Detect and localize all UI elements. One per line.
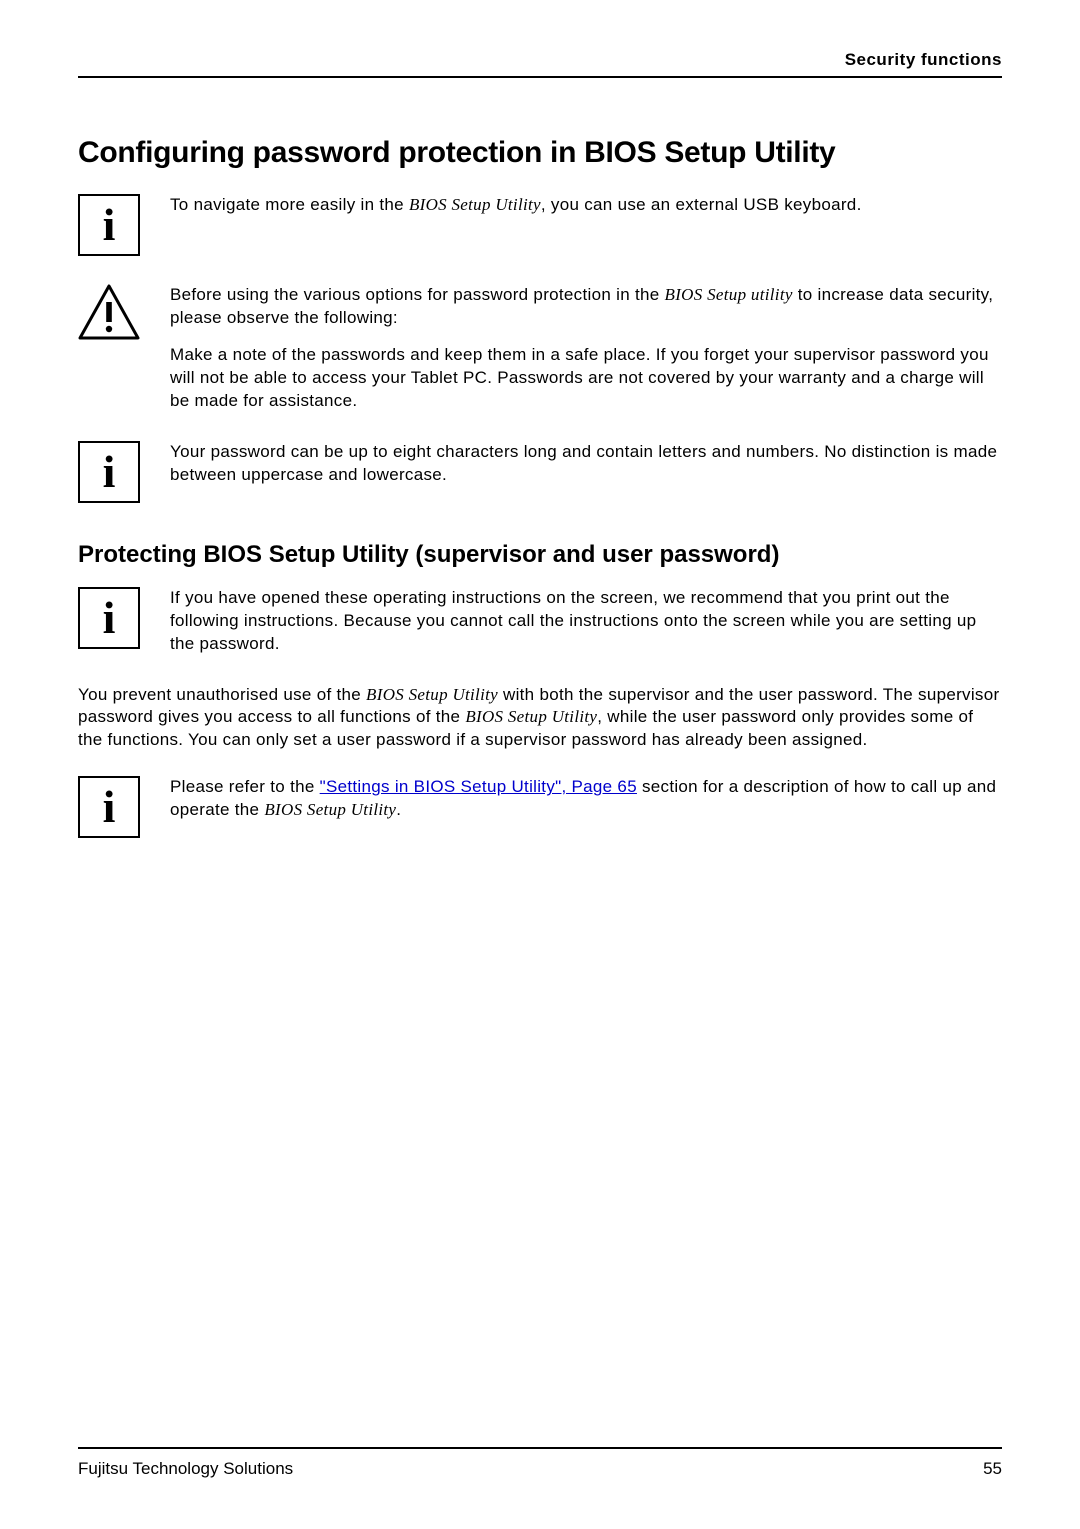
- info-i-glyph: i: [103, 595, 116, 641]
- text-segment: , you can use an external USB keyboard.: [541, 195, 862, 214]
- text-segment: To navigate more easily in the: [170, 195, 409, 214]
- info-icon: i: [78, 194, 140, 256]
- header-section-label: Security functions: [78, 50, 1002, 70]
- footer-company: Fujitsu Technology Solutions: [78, 1459, 293, 1479]
- warning-paragraph-2: Make a note of the passwords and keep th…: [170, 344, 1002, 413]
- italic-term: BIOS Setup Utility: [409, 195, 541, 214]
- text-segment: Please refer to the: [170, 777, 320, 796]
- footer-page-number: 55: [983, 1459, 1002, 1479]
- main-heading: Configuring password protection in BIOS …: [78, 136, 1002, 170]
- italic-term: BIOS Setup Utility: [264, 800, 396, 819]
- info-i-glyph: i: [103, 784, 116, 830]
- info-i-glyph: i: [103, 202, 116, 248]
- bios-settings-link[interactable]: "Settings in BIOS Setup Utility", Page 6…: [320, 777, 637, 796]
- info-icon: i: [78, 587, 140, 649]
- sub-heading: Protecting BIOS Setup Utility (superviso…: [78, 541, 1002, 569]
- warning-text: Before using the various options for pas…: [170, 284, 1002, 413]
- warning-icon: [78, 284, 140, 340]
- footer-rule: [78, 1447, 1002, 1449]
- text-segment: You prevent unauthorised use of the: [78, 685, 366, 704]
- info-block-reference: i Please refer to the "Settings in BIOS …: [78, 776, 1002, 838]
- info-block-password-length: i Your password can be up to eight chara…: [78, 441, 1002, 503]
- info-text-reference: Please refer to the "Settings in BIOS Se…: [170, 776, 1002, 822]
- text-segment: .: [396, 800, 401, 819]
- italic-term: BIOS Setup Utility: [465, 707, 597, 726]
- body-paragraph: You prevent unauthorised use of the BIOS…: [78, 684, 1002, 753]
- italic-term: BIOS Setup utility: [665, 285, 793, 304]
- info-i-glyph: i: [103, 449, 116, 495]
- italic-term: BIOS Setup Utility: [366, 685, 498, 704]
- info-block-navigate: i To navigate more easily in the BIOS Se…: [78, 194, 1002, 256]
- info-block-print-recommendation: i If you have opened these operating ins…: [78, 587, 1002, 656]
- warning-block: Before using the various options for pas…: [78, 284, 1002, 413]
- info-icon: i: [78, 441, 140, 503]
- info-text-navigate: To navigate more easily in the BIOS Setu…: [170, 194, 862, 217]
- text-segment: If you have opened these operating instr…: [170, 587, 1002, 656]
- info-text-print-recommendation: If you have opened these operating instr…: [170, 587, 1002, 656]
- text-segment: Your password can be up to eight charact…: [170, 441, 1002, 487]
- info-text-password-length: Your password can be up to eight charact…: [170, 441, 1002, 487]
- text-segment: Before using the various options for pas…: [170, 285, 665, 304]
- info-icon: i: [78, 776, 140, 838]
- footer: Fujitsu Technology Solutions 55: [78, 1459, 1002, 1479]
- header-rule: [78, 76, 1002, 78]
